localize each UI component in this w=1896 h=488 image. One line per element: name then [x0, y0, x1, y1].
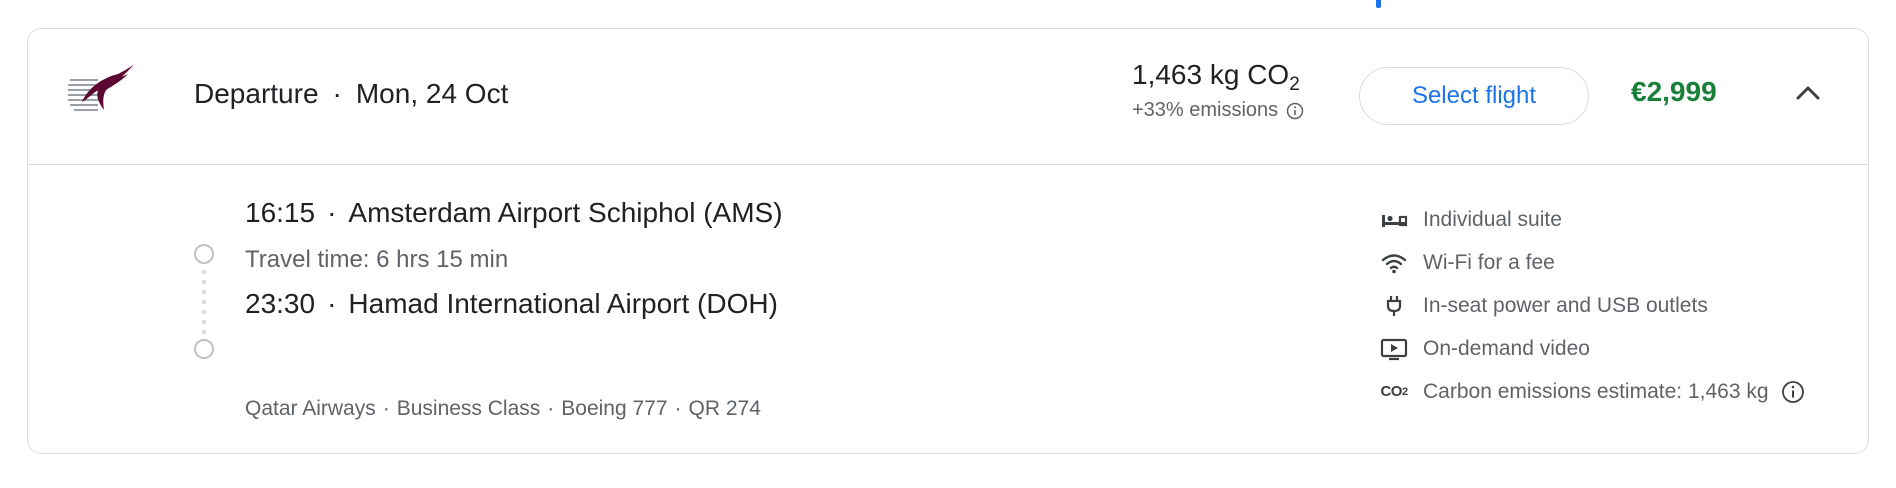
departure-date: Mon, 24 Oct — [355, 78, 509, 109]
co2-icon-sub: 2 — [1401, 385, 1408, 398]
arrival-time: 23:30 — [245, 288, 316, 319]
separator-dot: · — [547, 397, 555, 420]
price: €2,999 — [1631, 76, 1717, 107]
flight-number: QR 274 — [688, 397, 761, 420]
co2-icon: CO 2 — [1379, 377, 1409, 407]
info-icon[interactable] — [1781, 380, 1805, 404]
amenity-video-label: On-demand video — [1423, 336, 1590, 360]
amenity-carbon-label: Carbon emissions estimate: 1,463 kg — [1423, 379, 1769, 403]
info-icon[interactable] — [1286, 102, 1304, 120]
amenity-suite: Individual suite — [1379, 198, 1868, 241]
separator-dot: · — [332, 78, 342, 109]
amenity-suite-label: Individual suite — [1423, 207, 1562, 231]
separator-dot: · — [674, 397, 682, 420]
amenities-list: Individual suite Wi-Fi for a fee In-seat… — [1379, 198, 1868, 413]
departure-line: 16:15 · Amsterdam Airport Schiphol (AMS) — [245, 197, 783, 229]
amenity-wifi-label: Wi-Fi for a fee — [1423, 250, 1555, 274]
chevron-up-icon[interactable] — [1788, 73, 1828, 113]
select-flight-button[interactable]: Select flight — [1359, 67, 1589, 125]
co2-value: 1,463 kg CO2 — [1132, 59, 1352, 95]
departure-title: Departure · Mon, 24 Oct — [194, 78, 508, 110]
amenity-power: In-seat power and USB outlets — [1379, 284, 1868, 327]
leg-details: 16:15 · Amsterdam Airport Schiphol (AMS) T… — [245, 197, 783, 320]
airline-name: Qatar Airways — [245, 397, 376, 420]
power-plug-icon — [1379, 291, 1409, 321]
amenity-power-label: In-seat power and USB outlets — [1423, 293, 1708, 317]
flight-header: Departure · Mon, 24 Oct 1,463 kg CO2 +33% … — [28, 29, 1868, 165]
seat-icon — [1379, 205, 1409, 235]
emissions-delta: +33% emissions — [1132, 99, 1352, 122]
qatar-airways-logo-icon — [68, 64, 134, 111]
departure-time: 16:15 — [245, 197, 316, 228]
travel-time: Travel time: 6 hrs 15 min — [245, 246, 509, 273]
co2-subscript: 2 — [1289, 74, 1300, 95]
departure-airport: Amsterdam Airport Schiphol (AMS) — [348, 197, 783, 228]
co2-icon-text: CO — [1380, 383, 1402, 400]
top-link-fragment[interactable] — [1376, 0, 1381, 8]
separator-dot: · — [327, 197, 337, 228]
video-icon — [1379, 334, 1409, 364]
cabin-class: Business Class — [396, 397, 541, 420]
wifi-icon — [1379, 248, 1409, 278]
emissions-summary: 1,463 kg CO2 +33% emissions — [1132, 59, 1352, 122]
flight-details-card: Departure · Mon, 24 Oct 1,463 kg CO2 +33% … — [27, 28, 1869, 454]
co2-amount: 1,463 kg CO — [1132, 59, 1290, 90]
amenity-wifi: Wi-Fi for a fee — [1379, 241, 1868, 284]
amenity-video: On-demand video — [1379, 327, 1868, 370]
flight-timeline — [194, 244, 214, 359]
departure-label: Departure — [194, 78, 319, 109]
arrival-line: 23:30 · Hamad International Airport (DOH) — [245, 288, 783, 320]
separator-dot: · — [382, 397, 390, 420]
aircraft: Boeing 777 — [561, 397, 668, 420]
emissions-delta-text: +33% emissions — [1132, 99, 1279, 121]
separator-dot: · — [327, 288, 337, 319]
arrival-airport: Hamad International Airport (DOH) — [348, 288, 778, 319]
flight-meta: Qatar Airways · Business Class · Boeing 777 ·… — [245, 397, 761, 421]
amenity-carbon: CO 2 Carbon emissions estimate: 1,463 kg — [1379, 370, 1868, 413]
